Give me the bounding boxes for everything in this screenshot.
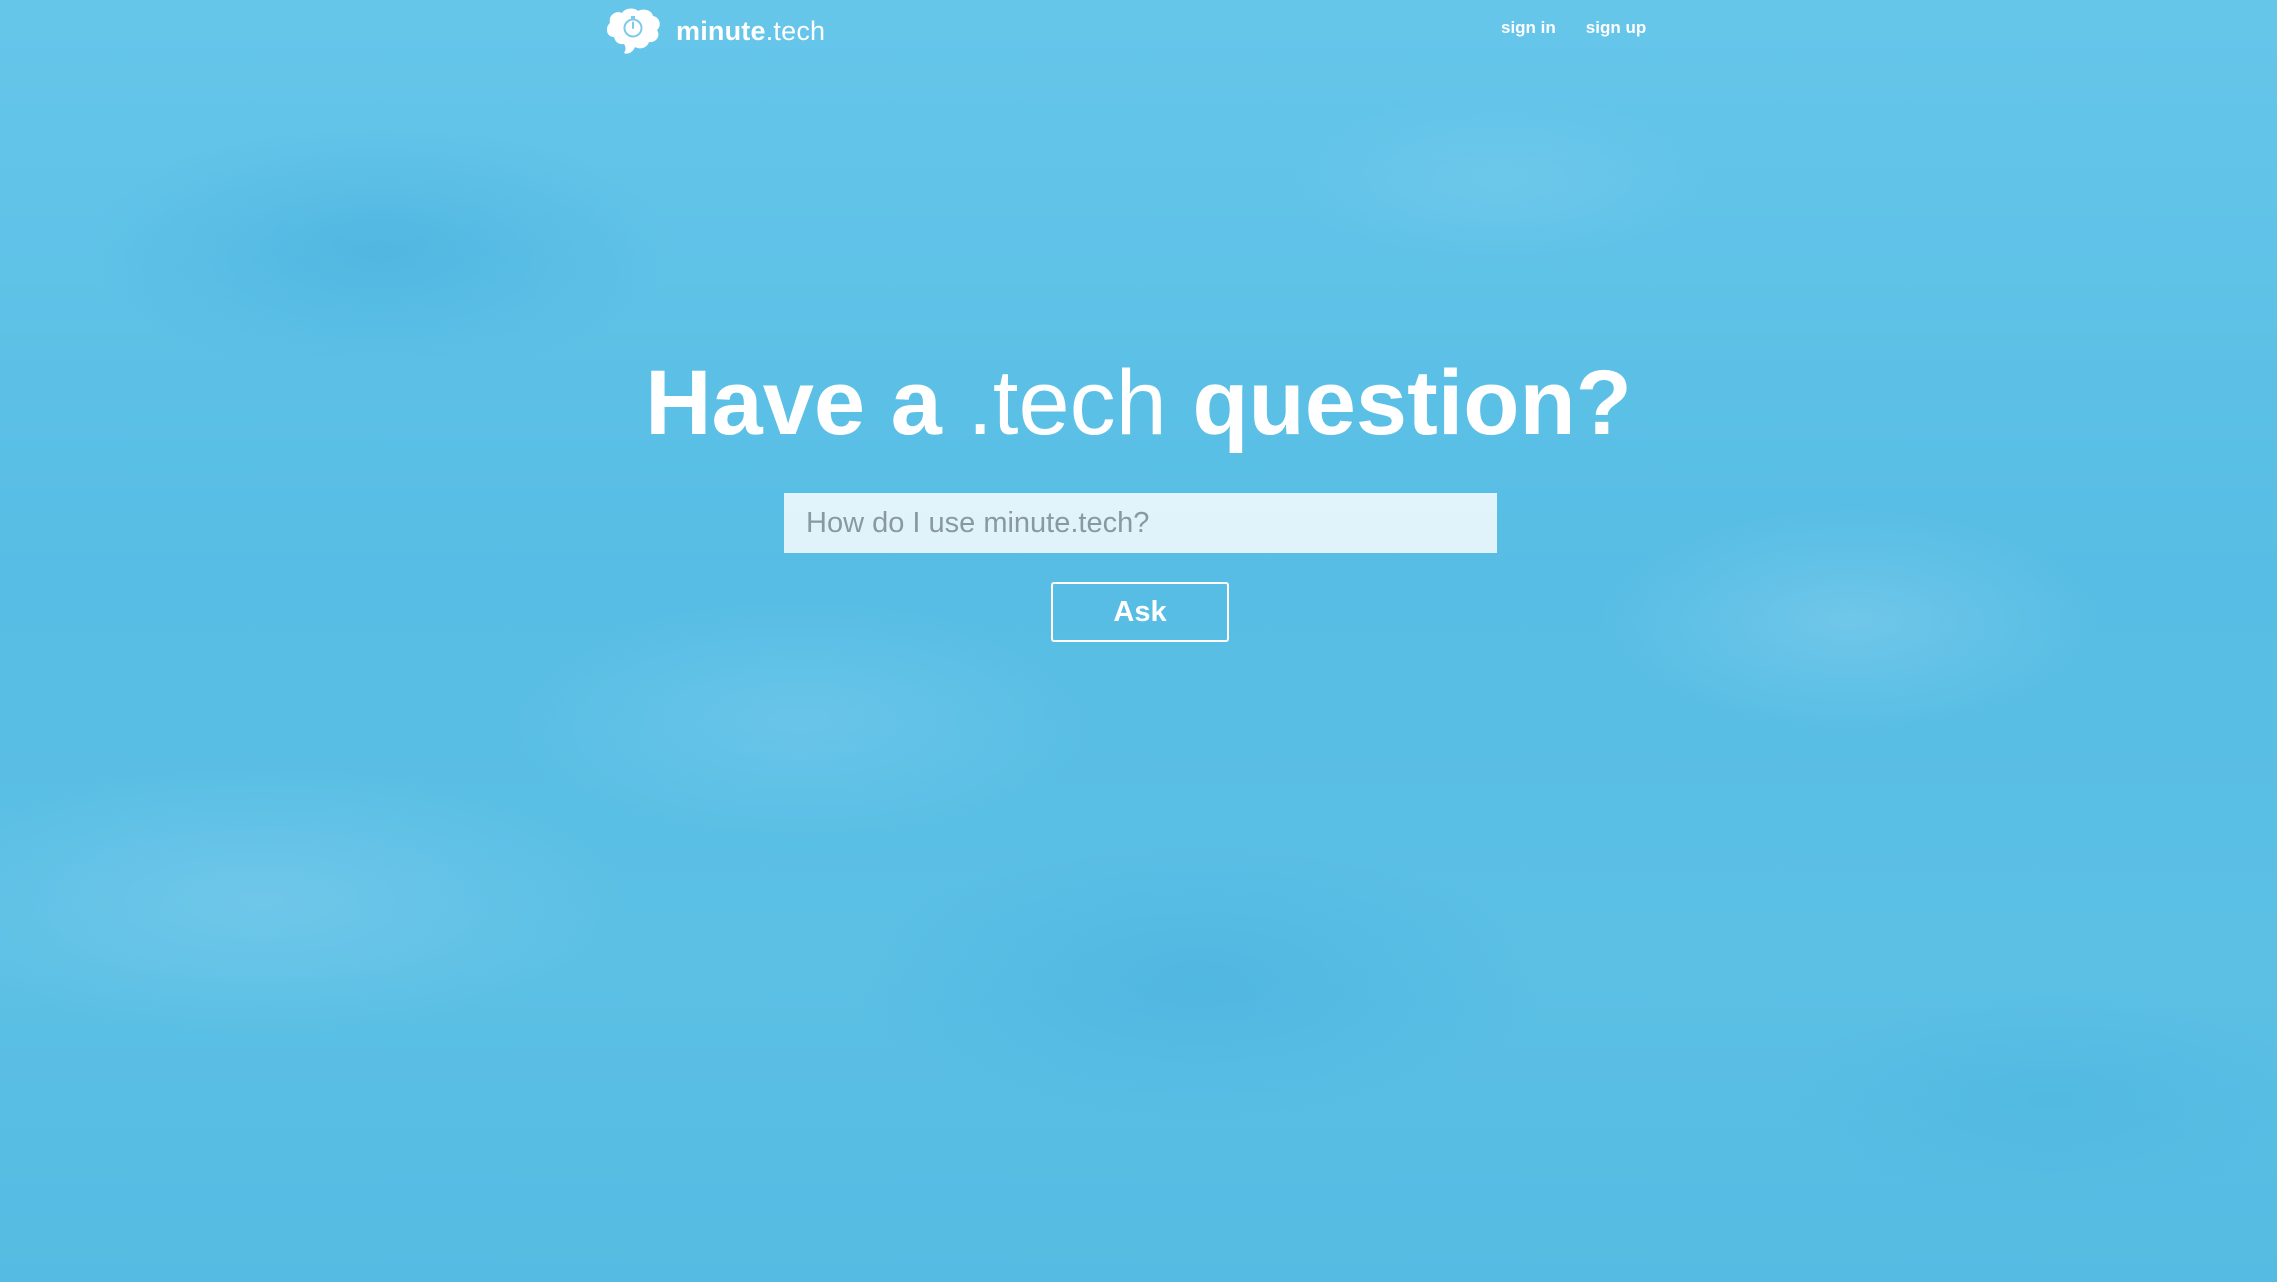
auth-nav: sign in sign up (1501, 18, 1646, 38)
brand-name: minute.tech (676, 16, 825, 47)
brand-name-strong: minute (676, 15, 766, 46)
hero-title-part3: question? (1192, 352, 1632, 454)
brand-name-light: .tech (765, 15, 826, 46)
sign-up-link[interactable]: sign up (1586, 18, 1646, 38)
sign-in-link[interactable]: sign in (1501, 18, 1556, 38)
top-navbar: minute.tech sign in sign up (0, 0, 2277, 62)
brain-stopwatch-icon (606, 8, 660, 54)
hero-title-part2: .tech (967, 352, 1167, 454)
brand-logo[interactable]: minute.tech (604, 6, 825, 56)
hero-title: Have a .tech question? (0, 344, 2277, 462)
hero-title-part1: Have a (645, 352, 942, 454)
ask-button[interactable]: Ask (1051, 582, 1229, 642)
page: minute.tech sign in sign up Have a .tech… (0, 0, 2277, 1282)
question-input[interactable] (784, 493, 1497, 553)
